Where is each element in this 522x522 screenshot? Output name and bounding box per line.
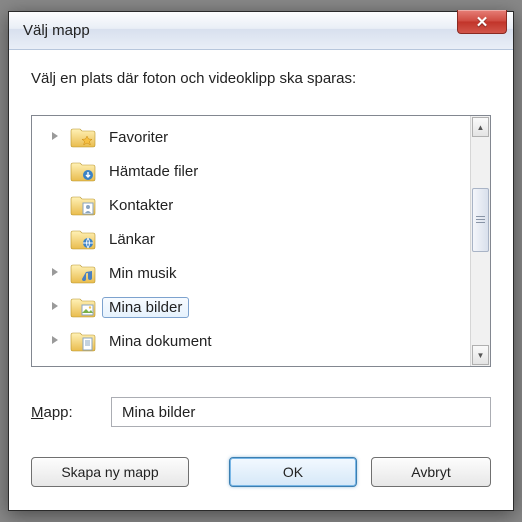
folder-pictures-icon [70,296,96,318]
folder-picker-dialog: Välj mapp ✕ Välj en plats där foton och … [8,11,514,511]
instruction-text: Välj en plats där foton och videoklipp s… [31,70,491,87]
tree-item-label: Hämtade filer [102,162,205,181]
cancel-button[interactable]: Avbryt [371,457,491,487]
tree-item[interactable]: Favoriter [32,120,470,154]
scroll-down-button[interactable]: ▼ [472,345,489,365]
scroll-up-button[interactable]: ▲ [472,117,489,137]
expander-icon[interactable] [52,301,64,313]
expander-icon[interactable] [52,335,64,347]
right-buttons: OK Avbryt [229,457,491,487]
folder-name-input[interactable] [111,397,491,427]
tree-item-label: Kontakter [102,196,180,215]
folder-tree[interactable]: Favoriter Hämtade filer Kontakter Länkar Min… [32,116,470,366]
dialog-body: Välj en plats där foton och videoklipp s… [9,50,513,503]
folder-docs-icon [70,330,96,352]
tree-item[interactable]: Kontakter [32,188,470,222]
folder-contacts-icon [70,194,96,216]
expander-icon [52,165,64,177]
expander-icon[interactable] [52,131,64,143]
folder-tree-panel: Favoriter Hämtade filer Kontakter Länkar Min… [31,115,491,367]
tree-item[interactable]: Mina bilder [32,290,470,324]
tree-item-label: Favoriter [102,128,175,147]
expander-icon [52,199,64,211]
close-icon: ✕ [476,13,489,31]
scroll-thumb[interactable] [472,188,489,252]
button-row: Skapa ny mapp OK Avbryt [31,457,491,487]
folder-links-icon [70,228,96,250]
vertical-scrollbar[interactable]: ▲ ▼ [470,116,490,366]
new-folder-button[interactable]: Skapa ny mapp [31,457,189,487]
tree-item-label: Min musik [102,264,184,283]
folder-name-label: Mapp: [31,404,111,421]
scroll-track[interactable] [471,138,490,344]
tree-item-label: Länkar [102,230,162,249]
tree-item[interactable]: Mina dokument [32,324,470,358]
tree-item-label: Mina dokument [102,332,219,351]
close-button[interactable]: ✕ [457,10,507,34]
folder-download-icon [70,160,96,182]
folder-name-row: Mapp: [31,397,491,427]
tree-item[interactable]: Länkar [32,222,470,256]
expander-icon[interactable] [52,267,64,279]
folder-star-icon [70,126,96,148]
tree-item[interactable]: Min musik [32,256,470,290]
window-title: Välj mapp [23,22,90,39]
folder-music-icon [70,262,96,284]
tree-item[interactable]: Hämtade filer [32,154,470,188]
titlebar[interactable]: Välj mapp ✕ [9,12,513,50]
expander-icon [52,233,64,245]
ok-button[interactable]: OK [229,457,357,487]
tree-item-label: Mina bilder [102,297,189,318]
